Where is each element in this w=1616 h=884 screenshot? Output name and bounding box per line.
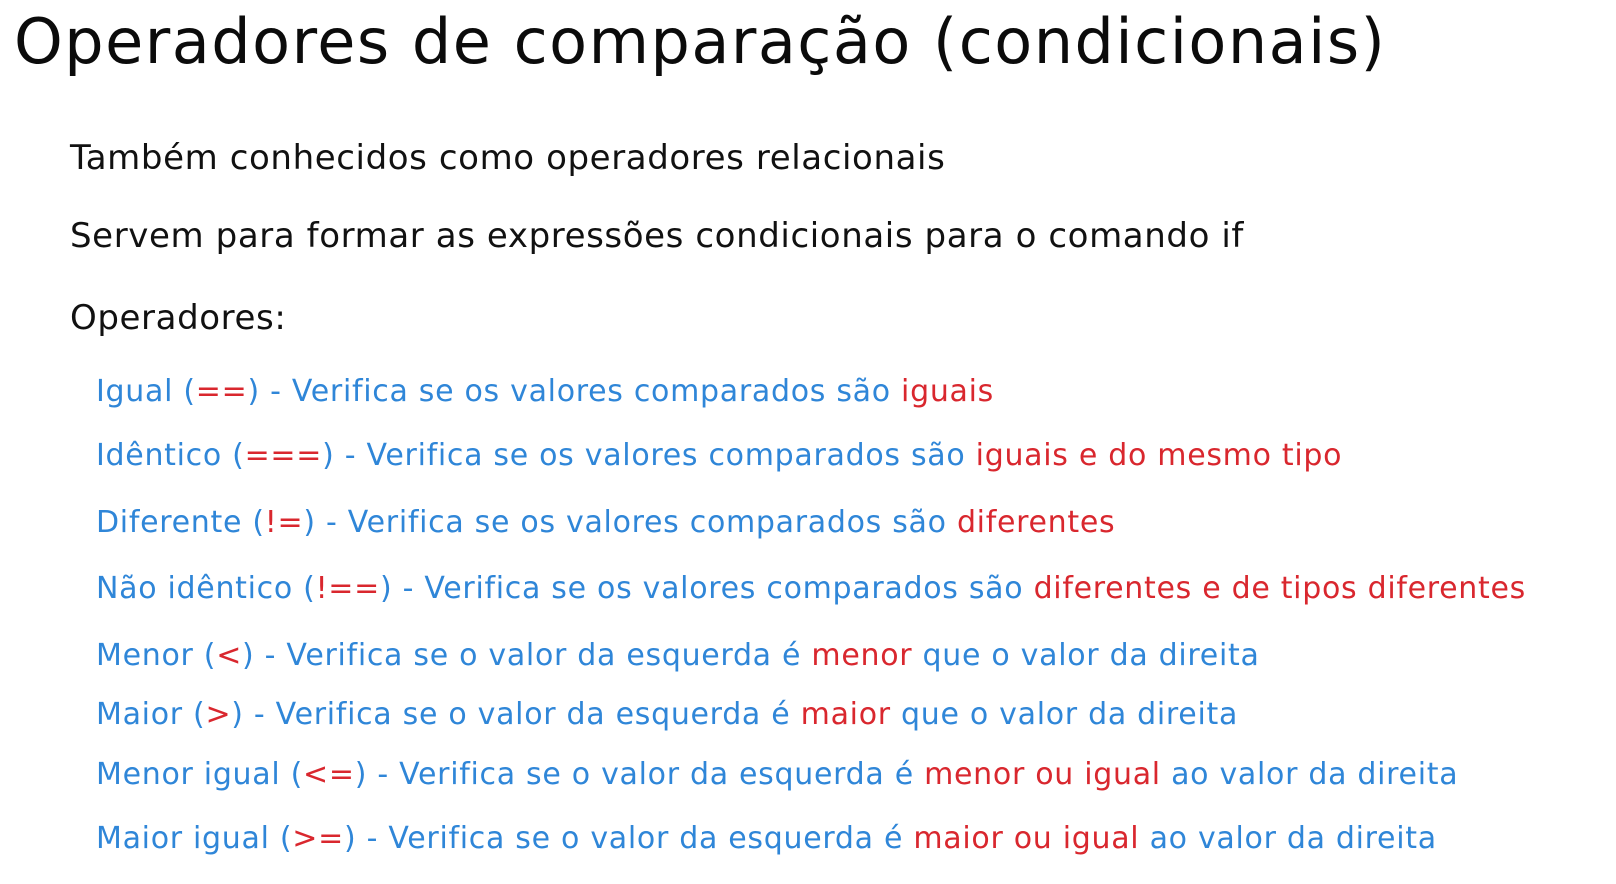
operator-item-identical: Idêntico (===) - Verifica se os valores … [96, 438, 1342, 474]
operator-symbol: == [195, 374, 248, 409]
slide: Operadores de comparação (condicionais) … [0, 0, 1616, 884]
operator-symbol: != [264, 505, 304, 540]
operator-description-tail: ao valor da direita [1160, 757, 1459, 792]
operator-name: Idêntico ( [96, 438, 245, 473]
operator-name: Não idêntico ( [96, 571, 316, 606]
operator-highlight: iguais e do mesmo tipo [975, 438, 1343, 473]
operator-description-tail: que o valor da direita [912, 638, 1260, 673]
operator-symbol: >= [292, 821, 344, 856]
operator-description: ) - Verifica se o valor da esquerda é [242, 638, 812, 673]
operator-highlight: iguais [901, 374, 994, 409]
operator-description-tail: que o valor da direita [890, 697, 1239, 732]
operator-description: ) - Verifica se o valor da esquerda é [231, 697, 801, 732]
operator-symbol: > [205, 697, 232, 732]
operator-item-not-identical: Não idêntico (!==) - Verifica se os valo… [96, 571, 1526, 607]
slide-title: Operadores de comparação (condicionais) [14, 5, 1387, 78]
operator-item-less: Menor (<) - Verifica se o valor da esque… [96, 638, 1260, 674]
operator-item-greater-equal: Maior igual (>=) - Verifica se o valor d… [96, 821, 1437, 857]
operator-name: Maior igual ( [96, 821, 293, 856]
operator-item-less-equal: Menor igual (<=) - Verifica se o valor d… [96, 757, 1458, 793]
operator-item-different: Diferente (!=) - Verifica se os valores … [96, 505, 1115, 541]
operators-heading: Operadores: [70, 298, 287, 338]
intro-line-purpose: Servem para formar as expressões condici… [70, 216, 1244, 256]
operator-description-tail: ao valor da direita [1139, 821, 1437, 856]
operator-highlight: menor ou igual [924, 757, 1161, 792]
operator-name: Diferente ( [96, 505, 265, 540]
operator-name: Menor igual ( [96, 757, 304, 792]
operator-name: Menor ( [96, 638, 217, 673]
operator-description: ) - Verifica se os valores comparados sã… [303, 505, 957, 540]
operator-highlight: diferentes [956, 505, 1116, 540]
operator-name: Maior ( [96, 697, 206, 732]
operator-description: ) - Verifica se o valor da esquerda é [354, 757, 925, 792]
operator-highlight: menor [811, 638, 913, 673]
operator-description: ) - Verifica se os valores comparados sã… [379, 571, 1034, 606]
operator-description: ) - Verifica se os valores comparados sã… [322, 438, 976, 473]
intro-line-also-known: Também conhecidos como operadores relaci… [70, 138, 946, 178]
operator-description: ) - Verifica se o valor da esquerda é [343, 821, 914, 856]
operator-symbol: !== [315, 571, 380, 606]
operator-highlight: maior [800, 697, 891, 732]
operator-symbol: === [244, 438, 323, 473]
operator-item-greater: Maior (>) - Verifica se o valor da esque… [96, 697, 1238, 733]
operator-highlight: maior ou igual [913, 821, 1140, 856]
operator-name: Igual ( [96, 374, 196, 409]
operator-symbol: <= [303, 757, 355, 792]
operator-highlight: diferentes e de tipos diferentes [1033, 571, 1526, 606]
operator-symbol: < [216, 638, 243, 673]
operator-item-equal: Igual (==) - Verifica se os valores comp… [96, 374, 994, 410]
operator-description: ) - Verifica se os valores comparados sã… [247, 374, 902, 409]
